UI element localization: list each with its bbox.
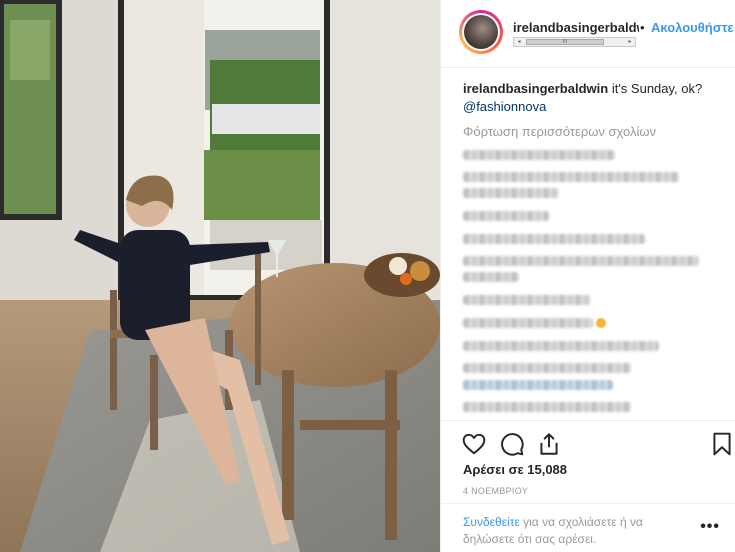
blurred-comment: [463, 272, 519, 282]
scroll-left-icon[interactable]: ◂: [514, 38, 524, 46]
blurred-comment: [463, 211, 549, 221]
post-caption: irelandbasingerbaldwin it's Sunday, ok? …: [463, 80, 725, 116]
login-prompt: Συνδεθείτε για να σχολιάσετε ή να δηλώσε…: [463, 514, 688, 548]
bookmark-icon[interactable]: [709, 431, 735, 457]
post-header: irelandbasingerbaldwin • Ακολουθήστε ◂ I…: [441, 0, 735, 68]
blurred-comment: [463, 256, 699, 266]
header-username[interactable]: irelandbasingerbaldwin: [513, 20, 639, 35]
caption-text: it's Sunday, ok?: [611, 81, 703, 96]
post-photo[interactable]: [0, 0, 440, 552]
blurred-comment: [463, 402, 631, 412]
avatar[interactable]: [459, 10, 503, 54]
comments-section: irelandbasingerbaldwin it's Sunday, ok? …: [463, 80, 725, 139]
blurred-comment: [463, 380, 613, 390]
blurred-emoji: [596, 318, 606, 328]
caption-username[interactable]: irelandbasingerbaldwin: [463, 81, 608, 96]
comment-footer: Συνδεθείτε για να σχολιάσετε ή να δηλώσε…: [441, 503, 735, 552]
blurred-comment: [463, 234, 645, 244]
avatar-image: [464, 15, 498, 49]
header-separator: •: [640, 20, 645, 35]
likes-count[interactable]: Αρέσει σε 15,088: [463, 462, 567, 477]
caption-tag-link[interactable]: @fashionnova: [463, 98, 725, 116]
login-link[interactable]: Συνδεθείτε: [463, 515, 520, 529]
post-photo-image: [0, 0, 440, 552]
blurred-comment: [463, 295, 591, 305]
share-icon[interactable]: [536, 431, 562, 457]
post-date[interactable]: 4 ΝΟΕΜΒΡΙΟΥ: [463, 486, 528, 496]
heart-icon[interactable]: [461, 431, 487, 457]
scroll-right-icon[interactable]: ▸: [625, 38, 635, 46]
blurred-comment: [463, 188, 559, 198]
comment-icon[interactable]: [499, 431, 525, 457]
action-bar: [441, 420, 735, 464]
blurred-comment: [463, 172, 679, 182]
load-more-comments-button[interactable]: Φόρτωση περισσότερων σχολίων: [463, 124, 725, 139]
scroll-thumb[interactable]: III: [526, 39, 604, 45]
blurred-comment: [463, 150, 615, 160]
post-side-panel: irelandbasingerbaldwin • Ακολουθήστε ◂ I…: [440, 0, 735, 552]
blurred-comment: [463, 363, 631, 373]
more-options-button[interactable]: •••: [700, 518, 720, 536]
follow-button[interactable]: Ακολουθήστε: [651, 20, 734, 35]
avatar-border: [462, 13, 500, 51]
blurred-comment: [463, 341, 659, 351]
horizontal-scrollbar[interactable]: ◂ III ▸: [513, 37, 636, 47]
blurred-comment: [463, 318, 593, 328]
